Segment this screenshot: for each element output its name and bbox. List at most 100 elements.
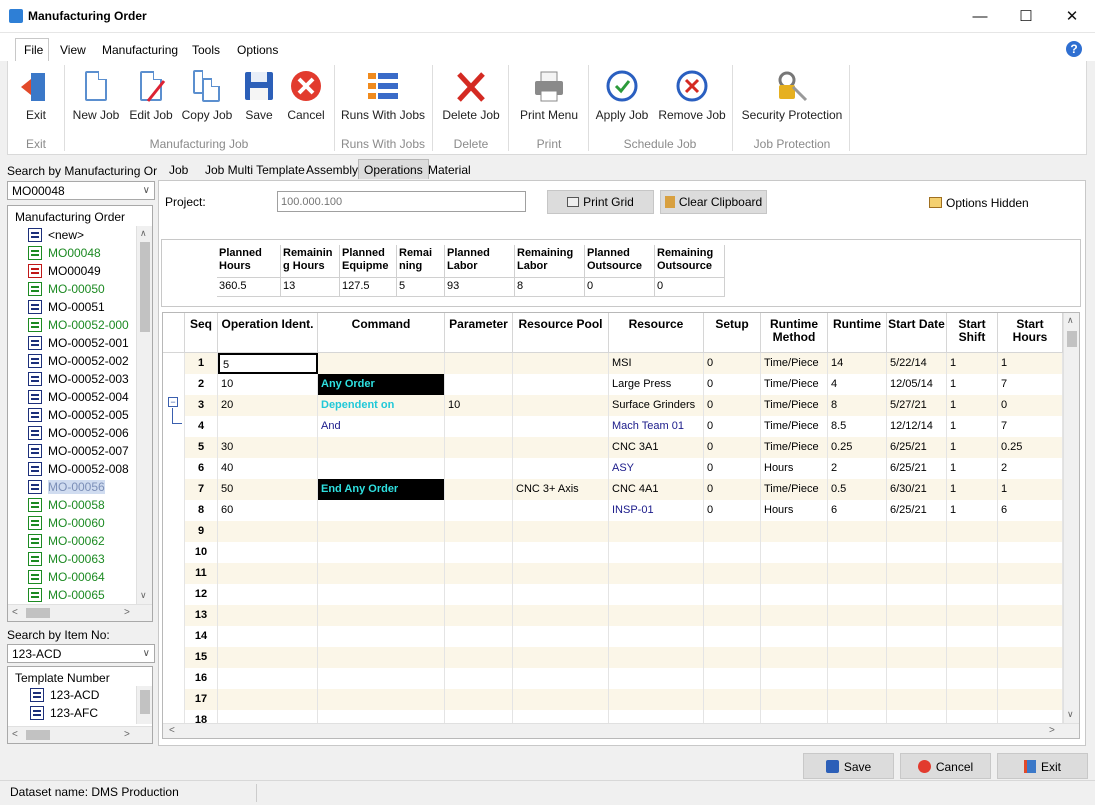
grid-cell[interactable]: 6/25/21 — [887, 458, 947, 479]
grid-cell[interactable] — [218, 626, 318, 647]
grid-cell[interactable]: 5/27/21 — [887, 395, 947, 416]
grid-cell[interactable] — [828, 584, 887, 605]
row-selector[interactable] — [163, 647, 185, 668]
grid-cell[interactable]: 1 — [947, 353, 998, 374]
grid-cell[interactable] — [947, 605, 998, 626]
grid-cell[interactable] — [609, 689, 704, 710]
grid-cell[interactable] — [947, 668, 998, 689]
grid-cell[interactable] — [704, 521, 761, 542]
grid-cell[interactable] — [513, 584, 609, 605]
grid-cell[interactable]: 0 — [704, 479, 761, 500]
row-selector[interactable] — [163, 668, 185, 689]
tree-item-mo[interactable]: MO-00058 — [28, 496, 138, 514]
grid-cell[interactable] — [445, 584, 513, 605]
grid-column-header[interactable]: Setup — [704, 313, 761, 353]
row-selector[interactable] — [163, 563, 185, 584]
menu-file[interactable]: File — [24, 43, 43, 57]
menu-manufacturing[interactable]: Manufacturing — [102, 43, 178, 57]
tab-job-multi-template[interactable]: Job Multi Template — [200, 160, 310, 180]
grid-cell[interactable] — [887, 584, 947, 605]
grid-cell[interactable] — [998, 563, 1063, 584]
grid-cell[interactable] — [998, 647, 1063, 668]
grid-cell[interactable] — [218, 605, 318, 626]
grid-cell[interactable] — [609, 668, 704, 689]
grid-cell[interactable] — [445, 437, 513, 458]
grid-cell[interactable]: 1 — [947, 395, 998, 416]
grid-cell[interactable] — [445, 353, 513, 374]
tree-item-template[interactable]: 123-AFC — [30, 704, 134, 722]
grid-cell[interactable] — [828, 626, 887, 647]
grid-cell[interactable]: 8 — [828, 395, 887, 416]
tree-item-mo[interactable]: MO-00060 — [28, 514, 138, 532]
tab-material[interactable]: Material — [423, 160, 476, 180]
grid-cell[interactable] — [445, 563, 513, 584]
seq-cell[interactable]: 4 — [185, 416, 218, 437]
tree-item-mo[interactable]: MO-00052-000 — [28, 316, 138, 334]
grid-cell[interactable] — [513, 374, 609, 395]
grid-cell[interactable] — [318, 353, 445, 374]
grid-cell[interactable] — [761, 668, 828, 689]
row-selector[interactable] — [163, 353, 185, 374]
project-input[interactable] — [277, 191, 526, 212]
table-row[interactable]: 5 30 CNC 3A1 0 Time/Piece 0.25 6/25/21 1 0.25 — [163, 437, 1063, 458]
grid-cell[interactable] — [513, 710, 609, 723]
grid-cell[interactable] — [828, 710, 887, 723]
grid-cell[interactable]: Time/Piece — [761, 416, 828, 437]
grid-column-header[interactable]: Parameter — [445, 313, 513, 353]
close-window-button[interactable]: ✕ — [1049, 0, 1095, 33]
grid-cell[interactable] — [513, 689, 609, 710]
grid-cell[interactable] — [318, 521, 445, 542]
scroll-thumb[interactable] — [26, 608, 50, 618]
table-row[interactable]: 11 — [163, 563, 1063, 584]
grid-cell[interactable]: Dependent on — [318, 395, 445, 416]
grid-cell[interactable] — [998, 605, 1063, 626]
row-selector[interactable] — [163, 521, 185, 542]
table-row[interactable]: 6 40 ASY 0 Hours 2 6/25/21 1 2 — [163, 458, 1063, 479]
grid-cell[interactable] — [513, 647, 609, 668]
grid-cell[interactable] — [887, 605, 947, 626]
copy-job-button[interactable]: Copy Job — [180, 69, 234, 139]
grid-column-header[interactable]: Seq — [185, 313, 218, 353]
grid-cell[interactable] — [445, 542, 513, 563]
grid-cell[interactable] — [218, 584, 318, 605]
tab-job[interactable]: Job — [164, 160, 193, 180]
print-grid-button[interactable]: Print Grid — [547, 190, 654, 214]
grid-cell[interactable] — [445, 605, 513, 626]
grid-cell[interactable] — [609, 626, 704, 647]
grid-cell[interactable] — [704, 563, 761, 584]
grid-cell[interactable]: 5 — [218, 353, 318, 374]
seq-cell[interactable]: 10 — [185, 542, 218, 563]
grid-cell[interactable] — [513, 605, 609, 626]
grid-cell[interactable] — [704, 605, 761, 626]
grid-cell[interactable] — [445, 710, 513, 723]
grid-cell[interactable]: Hours — [761, 500, 828, 521]
scroll-thumb[interactable] — [140, 242, 150, 332]
grid-cell[interactable] — [513, 542, 609, 563]
grid-cell[interactable] — [445, 500, 513, 521]
grid-cell[interactable] — [947, 584, 998, 605]
grid-cell[interactable] — [318, 626, 445, 647]
grid-cell[interactable]: 2 — [828, 458, 887, 479]
grid-cell[interactable]: 1 — [947, 416, 998, 437]
scroll-right-icon[interactable]: > — [1049, 725, 1055, 736]
grid-cell[interactable] — [318, 563, 445, 584]
grid-cell[interactable] — [318, 542, 445, 563]
grid-cell[interactable] — [218, 668, 318, 689]
grid-cell[interactable] — [513, 353, 609, 374]
grid-cell[interactable] — [947, 521, 998, 542]
row-selector[interactable] — [163, 710, 185, 723]
grid-cell[interactable] — [318, 689, 445, 710]
grid-cell[interactable] — [828, 668, 887, 689]
grid-cell[interactable]: Time/Piece — [761, 374, 828, 395]
grid-cell[interactable]: 40 — [218, 458, 318, 479]
grid-column-header[interactable]: Start Shift — [947, 313, 998, 353]
grid-cell[interactable] — [218, 647, 318, 668]
grid-cell[interactable] — [513, 521, 609, 542]
table-row[interactable]: 4 And Mach Team 01 0 Time/Piece 8.5 12/12/14 1 7 — [163, 416, 1063, 437]
table-row[interactable]: 2 10 Any Order Large Press 0 Time/Piece 4 12/05… — [163, 374, 1063, 395]
grid-cell[interactable] — [761, 563, 828, 584]
seq-cell[interactable]: 11 — [185, 563, 218, 584]
grid-cell[interactable] — [609, 710, 704, 723]
grid-cell[interactable] — [218, 563, 318, 584]
grid-cell[interactable] — [609, 563, 704, 584]
